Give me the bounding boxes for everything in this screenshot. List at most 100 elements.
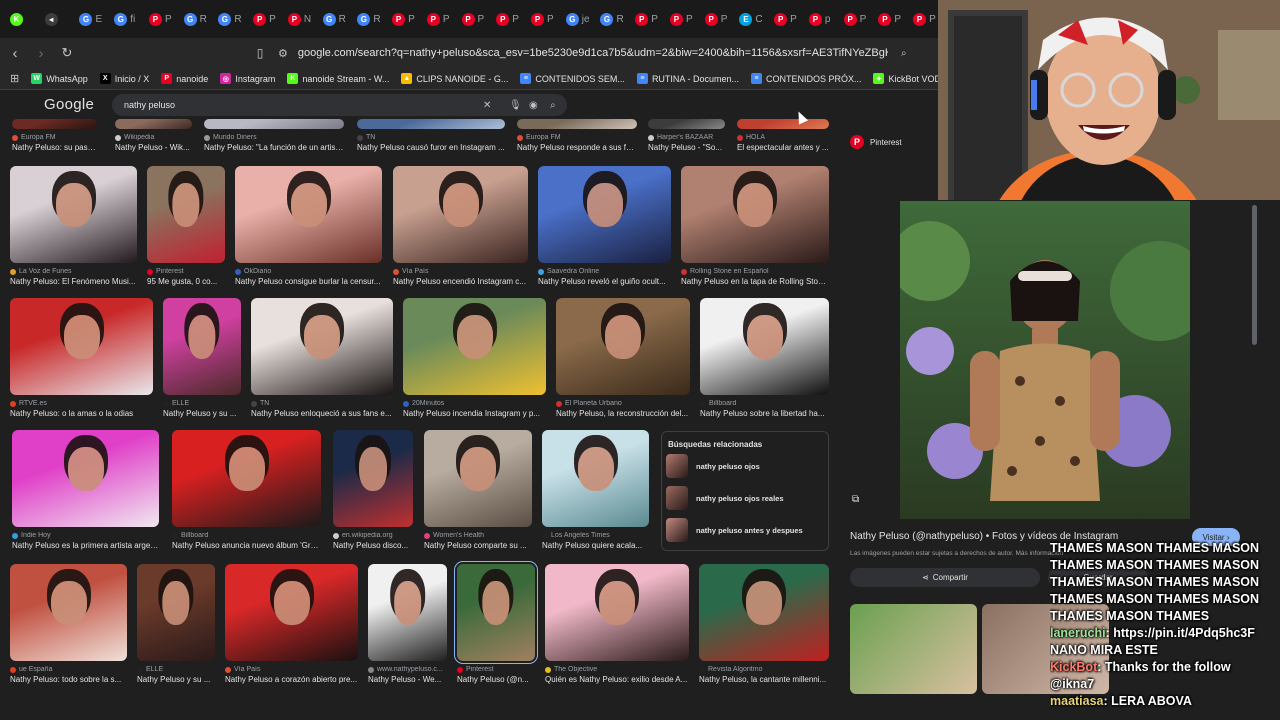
image-thumbnail[interactable]	[12, 430, 159, 527]
bookmark-page-icon[interactable]: ▯	[249, 42, 271, 64]
browser-tab[interactable]: GR	[353, 7, 384, 31]
image-result[interactable]: RTVE.es Nathy Peluso: o la amas o la odia…	[10, 298, 153, 431]
search-icon[interactable]: ⌕	[550, 100, 556, 111]
image-result[interactable]: Pinterest 95 Me gusta, 0 co...	[147, 166, 225, 299]
image-thumbnail[interactable]	[251, 298, 393, 395]
forward-icon[interactable]: ›	[30, 42, 52, 64]
image-caption[interactable]: Nathy Peluso en la tapa de Rolling Ston.…	[681, 277, 829, 286]
lens-icon[interactable]: ◉	[529, 100, 538, 111]
image-thumbnail[interactable]	[333, 430, 413, 527]
image-caption[interactable]: Nathy Peluso incendia Instagram y p...	[403, 409, 546, 418]
browser-tab[interactable]: GR	[319, 7, 350, 31]
image-caption[interactable]: Nathy Peluso: "La función de un artist..…	[204, 143, 344, 152]
image-caption[interactable]: Nathy Peluso quiere acala...	[542, 541, 649, 550]
site-info-icon[interactable]: ⚙	[278, 47, 288, 60]
image-result[interactable]: 20Minutos Nathy Peluso incendia Instagram…	[403, 298, 546, 431]
image-result[interactable]: Mundo Diners Nathy Peluso: "La función de…	[204, 119, 344, 165]
image-caption[interactable]: Nathy Peluso anuncia nuevo álbum 'Gra...	[172, 541, 321, 550]
image-caption[interactable]: Nathy Peluso reveló el guiño ocult...	[538, 277, 671, 286]
bookmark-item[interactable]: X Inicio / X	[99, 73, 149, 84]
image-result[interactable]: ELLE Nathy Peluso y su ...	[163, 298, 241, 431]
image-result[interactable]: www.nathypeluso.c... Nathy Peluso - We...	[368, 564, 447, 697]
image-result[interactable]: TN Nathy Peluso causó furor en Instagram …	[357, 119, 505, 165]
image-caption[interactable]: Nathy Peluso causó furor en Instagram ..…	[357, 143, 505, 152]
browser-tab[interactable]: PP	[249, 7, 280, 31]
image-thumbnail[interactable]	[454, 561, 538, 664]
image-thumbnail[interactable]	[517, 119, 637, 129]
image-result[interactable]: ue España Nathy Peluso: todo sobre la s..…	[10, 564, 127, 697]
image-thumbnail[interactable]	[10, 166, 137, 263]
image-result[interactable]: HOLA El espectacular antes y ...	[737, 119, 829, 165]
image-caption[interactable]: Nathy Peluso y su ...	[137, 675, 215, 684]
image-result[interactable]: Europa FM Nathy Peluso: su pasad...	[12, 119, 97, 165]
image-result[interactable]: The Objective Quién es Nathy Peluso: exil…	[545, 564, 689, 697]
image-thumbnail[interactable]	[648, 119, 725, 129]
browser-tab[interactable]: EC	[735, 7, 766, 31]
back-icon[interactable]: ‹	[4, 42, 26, 64]
image-caption[interactable]: El espectacular antes y ...	[737, 143, 829, 152]
image-thumbnail[interactable]	[737, 119, 829, 129]
image-result[interactable]: OkDiario Nathy Peluso consigue burlar la …	[235, 166, 382, 299]
browser-tab[interactable]: GE	[75, 7, 106, 31]
reload-icon[interactable]: ↻	[56, 42, 78, 64]
image-result[interactable]: Billboard Nathy Peluso sobre la libertad …	[700, 298, 829, 431]
image-result[interactable]: Indie Hoy Nathy Peluso es la primera arti…	[12, 430, 159, 563]
image-result[interactable]: Revista Algoritmo Nathy Peluso, la cantan…	[699, 564, 829, 697]
address-bar[interactable]: ⚙ google.com/search?q=nathy+peluso&sca_e…	[270, 42, 920, 64]
bookmark-item[interactable]: ◎ Instagram	[220, 73, 275, 84]
image-thumbnail[interactable]	[10, 298, 153, 395]
browser-tab[interactable]: K	[6, 7, 37, 31]
image-thumbnail[interactable]	[699, 564, 829, 661]
panel-source[interactable]: P Pinterest	[850, 135, 902, 149]
image-thumbnail[interactable]	[368, 564, 447, 661]
preview-image[interactable]	[900, 201, 1190, 519]
image-caption[interactable]: Nathy Peluso enloqueció a sus fans e...	[251, 409, 393, 418]
image-caption[interactable]: Nathy Peluso, la reconstrucción del...	[556, 409, 690, 418]
image-caption[interactable]: Nathy Peluso: o la amas o la odias	[10, 409, 153, 418]
browser-tab[interactable]: GR	[214, 7, 245, 31]
browser-tab[interactable]: Gje	[562, 7, 593, 31]
image-result[interactable]: TN Nathy Peluso enloqueció a sus fans e..…	[251, 298, 393, 431]
image-caption[interactable]: Nathy Peluso - Wik...	[115, 143, 192, 152]
related-search-item[interactable]: nathy peluso ojos	[666, 452, 826, 480]
image-caption[interactable]: Nathy Peluso: todo sobre la s...	[10, 675, 127, 684]
bookmark-item[interactable]: ≡ CONTENIDOS PRÓX...	[750, 73, 861, 84]
image-result[interactable]: Billboard Nathy Peluso anuncia nuevo álbu…	[172, 430, 321, 563]
image-thumbnail[interactable]	[235, 166, 382, 263]
browser-tab[interactable]: PP	[423, 7, 454, 31]
browser-tab[interactable]: PP	[701, 7, 732, 31]
image-result[interactable]: Europa FM Nathy Peluso responde a sus fa.…	[517, 119, 637, 165]
image-result[interactable]: La Voz de Funes Nathy Peluso: El Fenómeno…	[10, 166, 137, 299]
image-caption[interactable]: Nathy Peluso, la cantante millenni...	[699, 675, 829, 684]
image-thumbnail[interactable]	[424, 430, 532, 527]
bookmark-item[interactable]: Pnanoide	[161, 73, 208, 84]
browser-tab[interactable]: Gfi	[110, 7, 141, 31]
share-button[interactable]: ⋖ Compartir	[850, 568, 1040, 587]
image-result[interactable]: Wikipedia Nathy Peluso - Wik...	[115, 119, 192, 165]
image-caption[interactable]: Nathy Peluso responde a sus fa...	[517, 143, 637, 152]
image-result[interactable]: Harper's BAZAAR Nathy Peluso - "So...	[648, 119, 725, 165]
image-caption[interactable]: Nathy Peluso encendió Instagram c...	[393, 277, 528, 286]
image-caption[interactable]: Nathy Peluso consigue burlar la censur..…	[235, 277, 382, 286]
image-caption[interactable]: Nathy Peluso y su ...	[163, 409, 241, 418]
browser-tab[interactable]: PP	[631, 7, 662, 31]
image-caption[interactable]: Nathy Peluso es la primera artista argen…	[12, 541, 159, 550]
image-result[interactable]: en.wikipedia.org Nathy Peluso disco...	[333, 430, 413, 563]
clear-icon[interactable]: ✕	[483, 100, 491, 111]
image-thumbnail[interactable]	[357, 119, 505, 129]
image-thumbnail[interactable]	[681, 166, 829, 263]
image-caption[interactable]: Nathy Peluso - "So...	[648, 143, 725, 152]
image-thumbnail[interactable]	[172, 430, 321, 527]
image-caption[interactable]: Nathy Peluso a corazón abierto pre...	[225, 675, 358, 684]
image-thumbnail[interactable]	[137, 564, 215, 661]
browser-tab[interactable]: PP	[666, 7, 697, 31]
apps-grid-icon[interactable]: ⊞	[10, 72, 19, 85]
browser-tab[interactable]: PP	[388, 7, 419, 31]
browser-tab[interactable]: PN	[284, 7, 315, 31]
image-caption[interactable]: Nathy Peluso (@n...	[457, 675, 535, 684]
related-search-item[interactable]: nathy peluso ojos reales	[666, 484, 826, 512]
bookmark-item[interactable]: Knanoide Stream - W...	[287, 73, 389, 84]
image-caption[interactable]: Quién es Nathy Peluso: exilio desde A...	[545, 675, 689, 684]
google-logo[interactable]: Google	[44, 96, 94, 113]
bookmark-item[interactable]: ≡ RUTINA - Documen...	[636, 73, 739, 84]
